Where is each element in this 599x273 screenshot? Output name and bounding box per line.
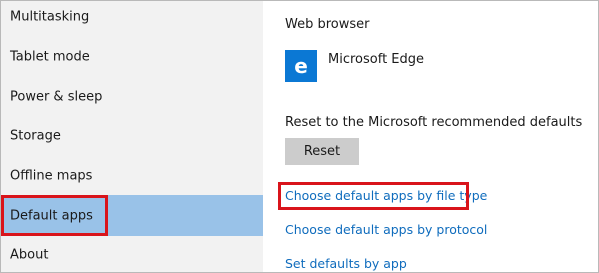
choose-default-apps-by-file-type-link[interactable]: Choose default apps by file type	[285, 188, 487, 203]
set-defaults-by-app-link[interactable]: Set defaults by app	[285, 256, 407, 271]
sidebar-item-tablet-mode[interactable]: Tablet mode	[1, 37, 263, 77]
sidebar-item-label: Multitasking	[10, 9, 90, 25]
browser-app-name[interactable]: Microsoft Edge	[328, 52, 424, 67]
choose-default-apps-by-protocol-link[interactable]: Choose default apps by protocol	[285, 222, 487, 237]
sidebar-item-label: Tablet mode	[10, 49, 90, 65]
sidebar-item-default-apps[interactable]: Default apps	[1, 195, 263, 236]
sidebar-item-label: About	[10, 247, 49, 263]
settings-window: Multitasking Tablet mode Power & sleep S…	[0, 0, 599, 273]
edge-icon[interactable]: e	[285, 50, 317, 82]
sidebar-item-label: Power & sleep	[10, 89, 103, 105]
sidebar-item-label: Offline maps	[10, 168, 93, 184]
sidebar-item-offline-maps[interactable]: Offline maps	[1, 156, 263, 196]
default-apps-content: Web browser e Microsoft Edge Reset to th…	[263, 1, 598, 272]
sidebar-item-about[interactable]: About	[1, 235, 263, 272]
sidebar-item-label: Storage	[10, 128, 61, 144]
reset-description: Reset to the Microsoft recommended defau…	[285, 115, 583, 130]
sidebar-item-power-sleep[interactable]: Power & sleep	[1, 77, 263, 117]
settings-sidebar: Multitasking Tablet mode Power & sleep S…	[1, 1, 263, 272]
web-browser-heading: Web browser	[285, 17, 370, 32]
svg-text:e: e	[294, 54, 308, 78]
sidebar-item-label: Default apps	[10, 208, 93, 223]
sidebar-item-multitasking[interactable]: Multitasking	[1, 1, 263, 37]
sidebar-item-storage[interactable]: Storage	[1, 116, 263, 156]
reset-button[interactable]: Reset	[285, 138, 359, 165]
